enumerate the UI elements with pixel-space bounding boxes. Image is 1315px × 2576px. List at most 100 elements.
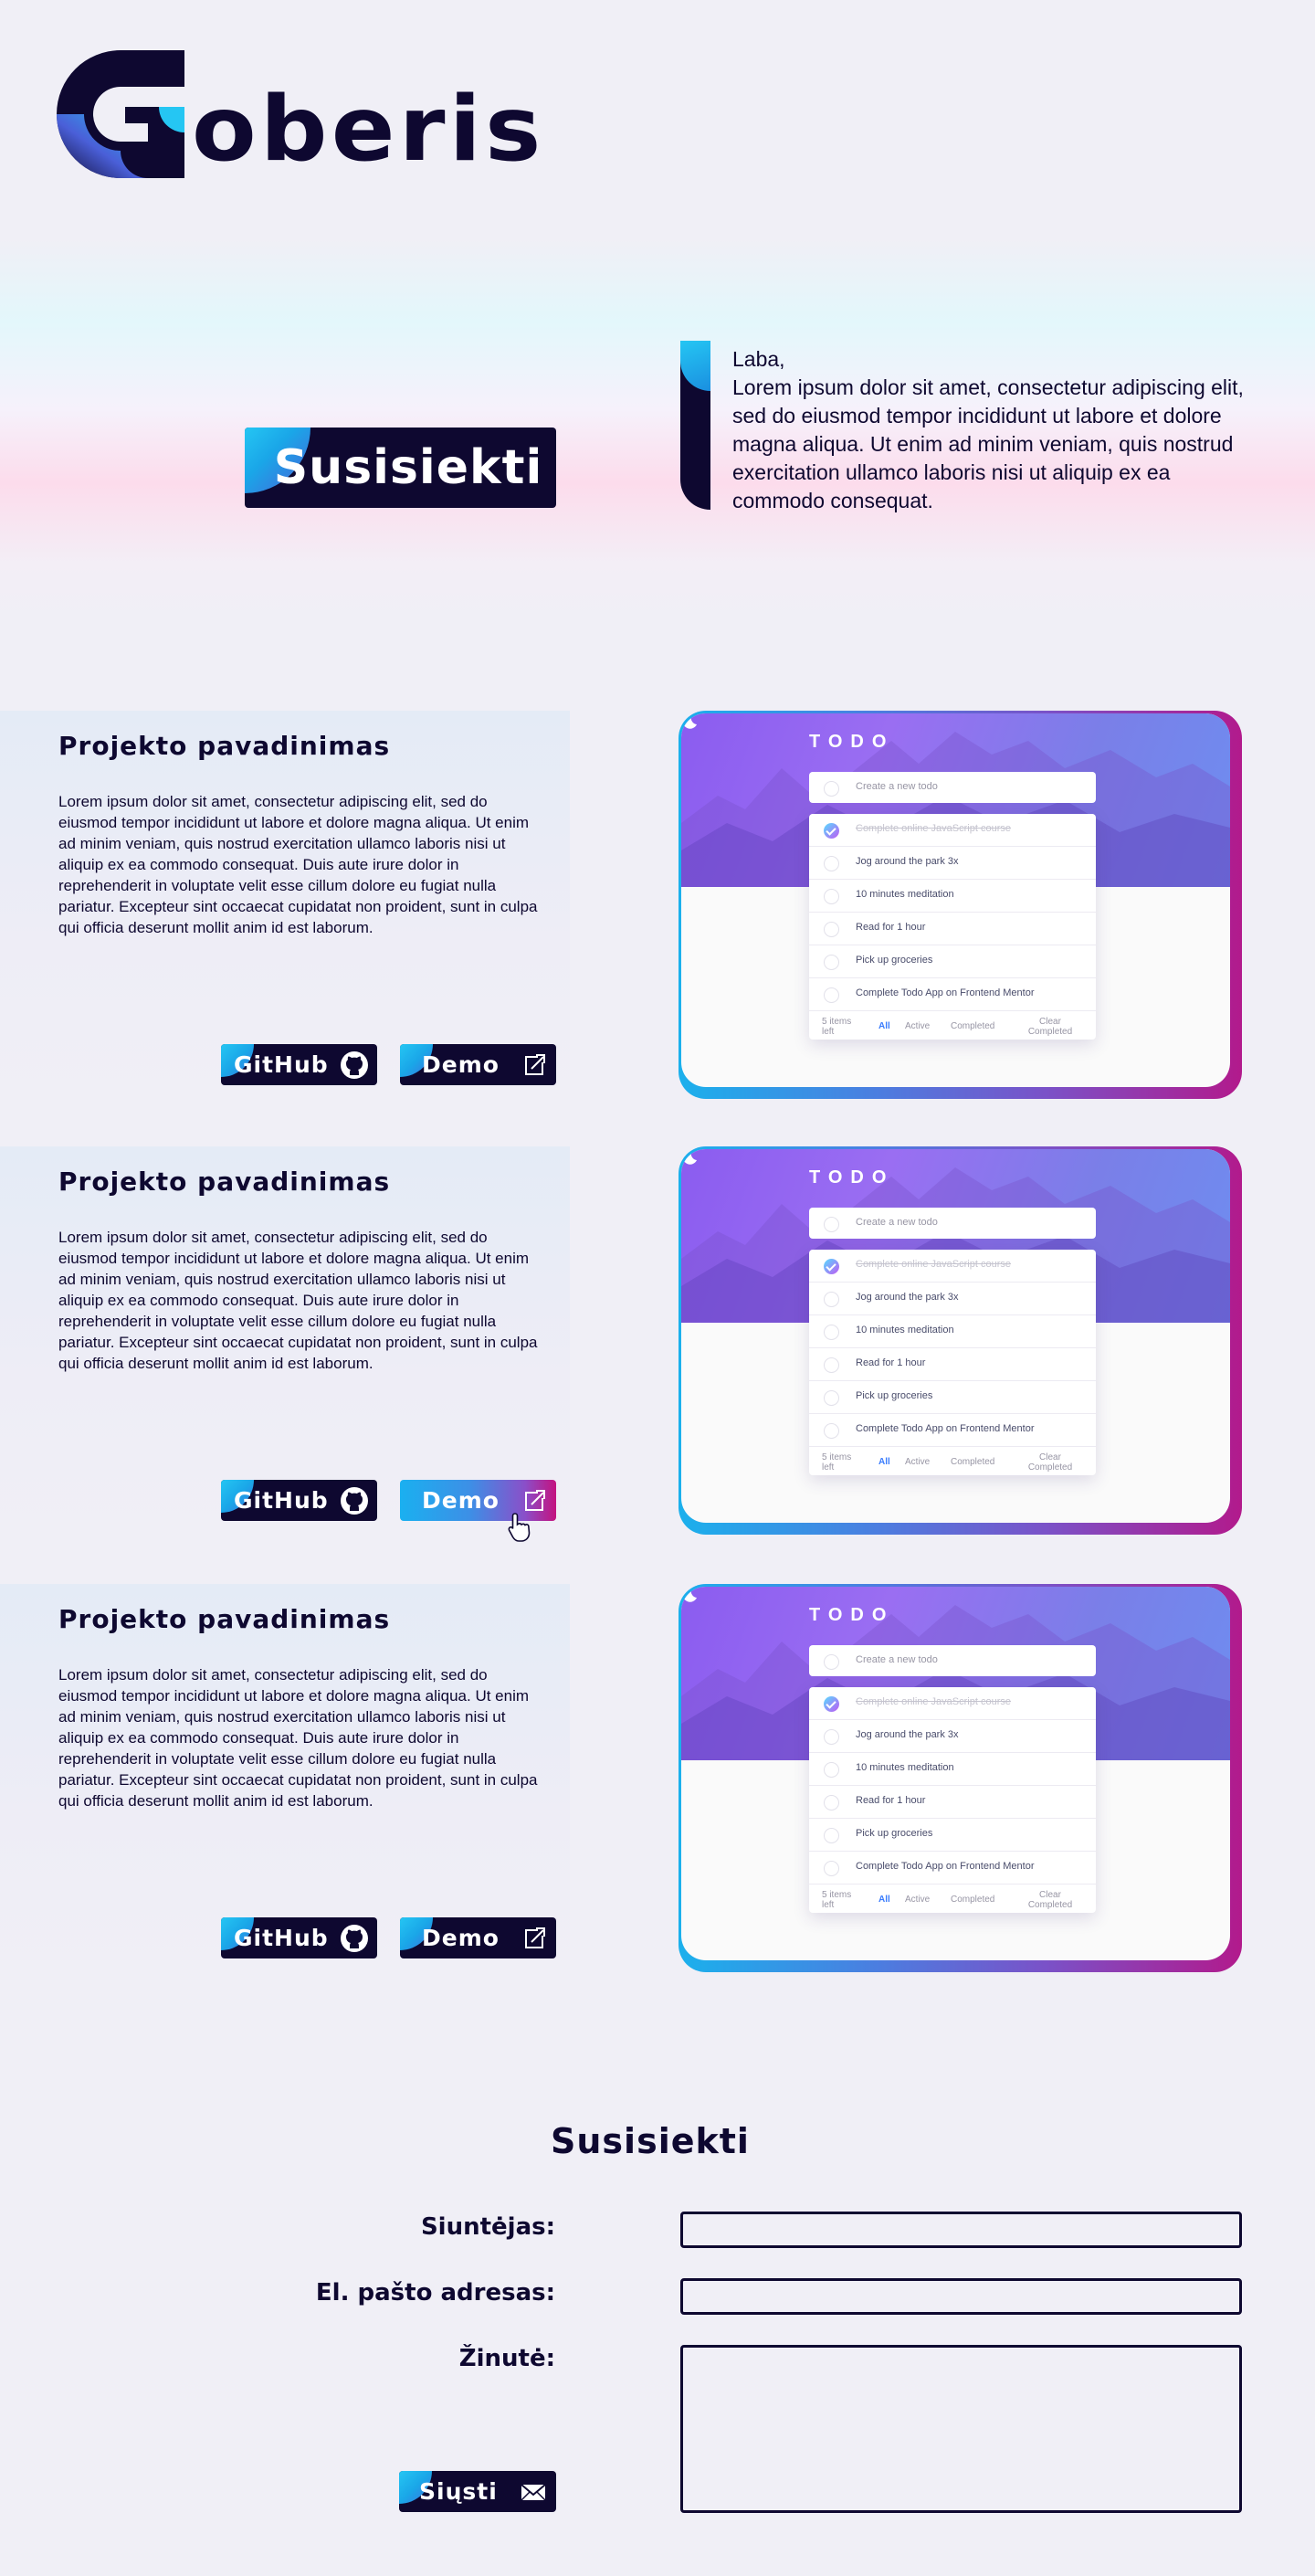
- unchecked-circle-icon: [824, 922, 839, 937]
- todo-item-text: Read for 1 hour: [856, 922, 926, 933]
- todo-footer: 5 items left All Active Completed Clear Comp…: [809, 1447, 1096, 1475]
- todo-item-text: Jog around the park 3x: [856, 856, 959, 867]
- sender-label: Siuntėjas:: [420, 2213, 555, 2241]
- todo-item: Complete online JavaScript course: [809, 1687, 1096, 1720]
- todo-filter-active: Active: [905, 1457, 931, 1467]
- email-input[interactable]: [680, 2278, 1242, 2315]
- todo-item: 10 minutes meditation: [809, 1753, 1096, 1786]
- todo-app-preview: TODO Create a new todo Complete online Jav…: [681, 1149, 1230, 1523]
- hand-pointer-icon: [508, 1513, 531, 1542]
- demo-button[interactable]: Demo: [400, 1480, 556, 1521]
- todo-item: Jog around the park 3x: [809, 1283, 1096, 1315]
- todo-item-text: Pick up groceries: [856, 955, 933, 966]
- todo-list: Complete online JavaScript course Jog aro…: [809, 1250, 1096, 1475]
- unchecked-circle-icon: [824, 1292, 839, 1307]
- unchecked-circle-icon: [824, 889, 839, 904]
- todo-app-title: TODO: [809, 1605, 895, 1625]
- todo-item: Jog around the park 3x: [809, 1720, 1096, 1753]
- moon-icon: [682, 713, 697, 729]
- todo-item-text: Read for 1 hour: [856, 1795, 926, 1806]
- todo-new-input: Create a new todo: [809, 772, 1096, 803]
- contact-cta-button[interactable]: Susisiekti: [245, 428, 556, 508]
- send-button-label: Siųsti: [419, 2478, 498, 2505]
- todo-new-placeholder: Create a new todo: [856, 1217, 938, 1228]
- external-link-icon: [525, 1054, 545, 1075]
- send-button[interactable]: Siųsti: [399, 2471, 556, 2512]
- external-link-icon: [525, 1927, 545, 1948]
- demo-button[interactable]: Demo: [400, 1044, 556, 1085]
- todo-item: Complete online JavaScript course: [809, 814, 1096, 847]
- unchecked-circle-icon: [824, 1861, 839, 1876]
- project-description: Lorem ipsum dolor sit amet, consectetur …: [58, 1229, 538, 1372]
- unchecked-circle-icon: [824, 1729, 839, 1745]
- project-section: Projekto pavadinimas Lorem ipsum dolor si…: [0, 711, 1315, 1099]
- project-description: Lorem ipsum dolor sit amet, consectetur …: [58, 793, 538, 936]
- project-screenshot[interactable]: TODO Create a new todo Complete online Jav…: [679, 711, 1242, 1099]
- todo-list: Complete online JavaScript course Jog aro…: [809, 1687, 1096, 1913]
- todo-new-placeholder: Create a new todo: [856, 1654, 938, 1665]
- todo-app-preview: TODO Create a new todo Complete online Jav…: [681, 713, 1230, 1087]
- todo-item-text: Pick up groceries: [856, 1390, 933, 1401]
- unchecked-circle-icon: [824, 1325, 839, 1340]
- todo-item: Complete Todo App on Frontend Mentor: [809, 1852, 1096, 1884]
- todo-item-text: 10 minutes meditation: [856, 1762, 954, 1773]
- project-title: Projekto pavadinimas: [58, 731, 391, 761]
- project-screenshot[interactable]: TODO Create a new todo Complete online Jav…: [679, 1584, 1242, 1972]
- todo-items-left: 5 items left: [822, 1452, 852, 1473]
- todo-item-text: Complete online JavaScript course: [856, 823, 1011, 834]
- project-info-panel: Projekto pavadinimas Lorem ipsum dolor si…: [0, 1584, 570, 1972]
- hero-greeting: Laba,: [732, 347, 785, 371]
- unchecked-circle-icon: [824, 987, 839, 1003]
- project-info-panel: Projekto pavadinimas Lorem ipsum dolor si…: [0, 1146, 570, 1542]
- demo-button-label: Demo: [422, 1925, 500, 1951]
- todo-new-input: Create a new todo: [809, 1645, 1096, 1676]
- github-icon: [341, 1925, 368, 1952]
- project-description: Lorem ipsum dolor sit amet, consectetur …: [58, 1666, 538, 1810]
- todo-items-left: 5 items left: [822, 1017, 852, 1037]
- checked-circle-icon: [824, 823, 839, 839]
- todo-item-text: Complete online JavaScript course: [856, 1696, 1011, 1707]
- contact-cta-label: Susisiekti: [273, 440, 543, 495]
- todo-item-text: Read for 1 hour: [856, 1357, 926, 1368]
- todo-item: Read for 1 hour: [809, 913, 1096, 945]
- email-label: El. pašto adresas:: [315, 2279, 555, 2307]
- hero-intro-text: Lorem ipsum dolor sit amet, consectetur …: [732, 375, 1244, 512]
- todo-filter-active: Active: [905, 1021, 931, 1031]
- todo-item: 10 minutes meditation: [809, 1315, 1096, 1348]
- todo-new-placeholder: Create a new todo: [856, 781, 938, 792]
- github-button[interactable]: GitHub: [221, 1917, 377, 1958]
- todo-list: Complete online JavaScript course Jog aro…: [809, 814, 1096, 1040]
- todo-item: Pick up groceries: [809, 1381, 1096, 1414]
- moon-icon: [682, 1587, 697, 1602]
- github-icon: [341, 1051, 368, 1079]
- github-button[interactable]: GitHub: [221, 1044, 377, 1085]
- github-button[interactable]: GitHub: [221, 1480, 377, 1521]
- todo-item-text: 10 minutes meditation: [856, 889, 954, 900]
- moon-icon: [682, 1149, 697, 1165]
- unchecked-circle-icon: [824, 1795, 839, 1811]
- message-textarea[interactable]: [680, 2345, 1242, 2513]
- todo-footer: 5 items left All Active Completed Clear Comp…: [809, 1011, 1096, 1040]
- todo-item: Complete Todo App on Frontend Mentor: [809, 1414, 1096, 1447]
- todo-item-text: Jog around the park 3x: [856, 1729, 959, 1740]
- sender-input[interactable]: [680, 2212, 1242, 2248]
- demo-button[interactable]: Demo: [400, 1917, 556, 1958]
- checked-circle-icon: [824, 1696, 839, 1712]
- logo[interactable]: oberis: [57, 50, 541, 178]
- checked-circle-icon: [824, 1259, 839, 1274]
- todo-item: Pick up groceries: [809, 1819, 1096, 1852]
- todo-item: Complete Todo App on Frontend Mentor: [809, 978, 1096, 1011]
- todo-app-preview: TODO Create a new todo Complete online Jav…: [681, 1587, 1230, 1960]
- unchecked-circle-icon: [824, 1654, 839, 1670]
- todo-items-left: 5 items left: [822, 1890, 852, 1910]
- unchecked-circle-icon: [824, 781, 839, 797]
- project-screenshot[interactable]: TODO Create a new todo Complete online Jav…: [679, 1146, 1242, 1535]
- todo-filter-all: All: [878, 1457, 890, 1467]
- todo-item-text: Pick up groceries: [856, 1828, 933, 1839]
- todo-app-title: TODO: [809, 1167, 895, 1188]
- unchecked-circle-icon: [824, 955, 839, 970]
- todo-item-text: Complete Todo App on Frontend Mentor: [856, 1423, 1035, 1434]
- logo-g-mark: [57, 50, 184, 178]
- todo-filter-all: All: [878, 1895, 890, 1905]
- envelope-icon: [521, 2484, 546, 2501]
